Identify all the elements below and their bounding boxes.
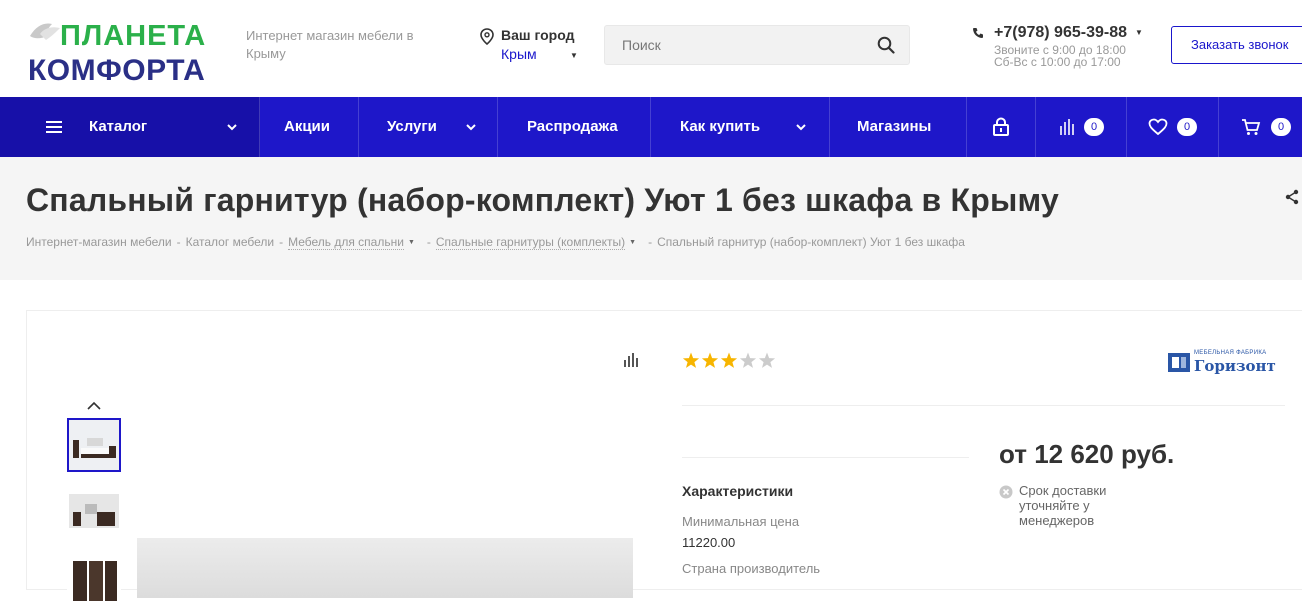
lock-icon: [993, 117, 1009, 136]
breadcrumb-item[interactable]: Спальные гарнитуры (комплекты): [435, 235, 626, 250]
chevron-down-icon[interactable]: ▼: [408, 239, 415, 246]
chevron-up-icon[interactable]: [87, 401, 101, 411]
product-thumbnail[interactable]: [67, 553, 121, 607]
product-thumbnail[interactable]: [67, 418, 121, 472]
breadcrumb: Интернет-магазин мебели - Каталог мебели - М…: [26, 235, 965, 250]
breadcrumb-item[interactable]: Интернет-магазин мебели: [26, 235, 172, 249]
nav-how-to-buy[interactable]: Как купить: [651, 97, 830, 157]
logo-bottom-text: КОМФОРТА: [28, 54, 206, 87]
nav-compare[interactable]: 0: [1036, 97, 1127, 157]
location-pin-icon: [480, 28, 494, 45]
cart-icon: [1242, 119, 1261, 135]
dresser-photo-icon: [67, 486, 121, 540]
menu-icon: [46, 121, 62, 133]
search-icon[interactable]: [877, 36, 895, 54]
rating-stars: [682, 352, 776, 368]
page-title: Спальный гарнитур (набор-комплект) Уют 1…: [26, 182, 1059, 218]
phone-icon: [973, 28, 983, 38]
compare-count-badge: 0: [1084, 118, 1104, 136]
nav-sale-label: Распродажа: [527, 118, 618, 135]
nav-stores-label: Магазины: [857, 118, 932, 135]
star-filled-icon: [701, 352, 719, 368]
nav-catalog-label: Каталог: [89, 118, 148, 135]
product-price: от 12 620 руб.: [999, 439, 1175, 469]
breadcrumb-item[interactable]: Каталог мебели: [186, 235, 274, 249]
brand-name-text: Горизонт: [1194, 357, 1276, 375]
nav-how-to-buy-label: Как купить: [680, 118, 761, 135]
divider: [682, 457, 969, 458]
spec-label: Минимальная цена: [682, 514, 800, 529]
wardrobe-photo-icon: [67, 553, 121, 607]
nav-favorites[interactable]: 0: [1127, 97, 1219, 157]
star-empty-icon: [758, 352, 776, 368]
product-main-image[interactable]: [137, 538, 633, 598]
nav-promo[interactable]: Акции: [260, 97, 359, 157]
chevron-down-icon: ▼: [570, 51, 578, 60]
city-value[interactable]: Крым: [501, 46, 537, 62]
page-title-bar: Спальный гарнитур (набор-комплект) Уют 1…: [0, 157, 1302, 280]
city-label: Ваш город: [501, 27, 575, 43]
nav-cart[interactable]: 0: [1219, 97, 1302, 157]
main-nav: Каталог Акции Услуги Распродажа Как купи…: [0, 97, 1302, 157]
product-thumbnail[interactable]: [67, 486, 121, 540]
close-circle-icon: [999, 485, 1013, 499]
callback-button[interactable]: Заказать звонок: [1171, 26, 1302, 64]
product-card: МЕБЕЛЬНАЯ ФАБРИКА Горизонт Характеристик…: [26, 310, 1302, 607]
site-slogan: Интернет магазин мебели в Крыму: [246, 28, 414, 61]
nav-promo-label: Акции: [284, 118, 331, 135]
star-filled-icon: [720, 352, 738, 368]
star-empty-icon: [739, 352, 757, 368]
bedroom-photo-icon: [69, 420, 119, 470]
brand-small-text: МЕБЕЛЬНАЯ ФАБРИКА: [1194, 350, 1267, 356]
delivery-note-text: Срок доставки уточняйте у менеджеров: [1019, 483, 1107, 528]
breadcrumb-current: Спальный гарнитур (набор-комплект) Уют 1…: [657, 235, 965, 249]
search-box: [604, 25, 910, 65]
cart-count-badge: 0: [1271, 118, 1291, 136]
specs-title: Характеристики: [682, 483, 794, 499]
work-hours-weekend: Сб-Вс с 10:00 до 17:00: [994, 55, 1121, 69]
nav-stores[interactable]: Магазины: [830, 97, 967, 157]
nav-services-label: Услуги: [387, 118, 437, 135]
heart-icon: [1148, 118, 1168, 136]
chevron-down-icon: [466, 124, 476, 131]
header: ПЛАНЕТА КОМФОРТА Интернет магазин мебели…: [0, 0, 1302, 97]
star-filled-icon: [682, 352, 700, 368]
site-logo[interactable]: ПЛАНЕТА КОМФОРТА: [26, 12, 222, 87]
nav-account[interactable]: [967, 97, 1036, 157]
compare-icon: [1060, 119, 1074, 135]
brand-logo[interactable]: МЕБЕЛЬНАЯ ФАБРИКА Горизонт: [1167, 347, 1287, 377]
chevron-down-icon[interactable]: ▼: [1135, 28, 1143, 37]
chevron-down-icon: [796, 124, 806, 131]
search-input[interactable]: [605, 26, 865, 64]
divider: [682, 405, 1285, 406]
logo-top-text: ПЛАНЕТА: [60, 20, 207, 52]
share-icon[interactable]: [1284, 189, 1300, 205]
nav-sale[interactable]: Распродажа: [498, 97, 651, 157]
breadcrumb-item[interactable]: Мебель для спальни: [288, 235, 404, 250]
nav-catalog[interactable]: Каталог: [0, 97, 260, 157]
nav-services[interactable]: Услуги: [359, 97, 498, 157]
spec-value: 11220.00: [682, 535, 736, 550]
chevron-down-icon: [227, 124, 237, 131]
chevron-down-icon[interactable]: ▼: [629, 239, 636, 246]
phone-number[interactable]: +7(978) 965-39-88: [994, 24, 1127, 42]
favorites-count-badge: 0: [1177, 118, 1197, 136]
compare-icon[interactable]: [623, 353, 639, 367]
